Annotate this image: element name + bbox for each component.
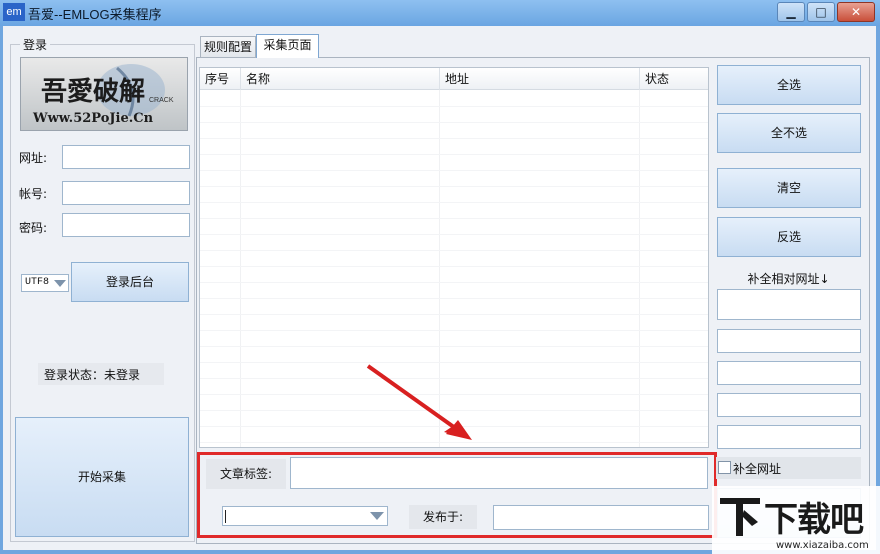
logo-graphic: 吾愛破解 CRACK Www.52PoJie.Cn — [32, 64, 174, 126]
select-none-button[interactable]: 全不选 — [717, 113, 861, 153]
grid-row-line — [200, 282, 708, 283]
clear-button[interactable]: 清空 — [717, 168, 861, 208]
logo-text: 吾愛破解 — [41, 77, 145, 107]
column-header-status[interactable]: 状态 — [640, 68, 708, 90]
url-label: 网址: — [19, 151, 48, 165]
logo-image: 吾愛破解 CRACK Www.52PoJie.Cn — [20, 57, 188, 131]
invert-selection-button[interactable]: 反选 — [717, 217, 861, 257]
grid-row-line — [200, 314, 708, 315]
fill-url-field-3[interactable] — [717, 361, 861, 385]
annotation-arrow-icon — [366, 364, 472, 440]
tab-rules-config[interactable]: 规则配置 — [200, 36, 256, 57]
title-bar[interactable]: em 吾爱--EMLOG采集程序 ▁ □ ✕ — [0, 0, 880, 26]
grid-row-line — [200, 186, 708, 187]
grid-row-line — [200, 138, 708, 139]
grid-row-line — [200, 106, 708, 107]
login-status: 登录状态：未登录 — [44, 368, 141, 382]
chevron-down-icon — [54, 280, 66, 287]
fill-url-checkbox[interactable] — [718, 461, 731, 474]
password-label: 密码: — [19, 221, 48, 235]
grid-row-line — [200, 122, 708, 123]
fill-url-field-4[interactable] — [717, 393, 861, 417]
list-header: 序号 名称 地址 状态 — [200, 68, 708, 90]
fill-url-checkbox-label[interactable]: 补全网址 — [733, 460, 781, 477]
grid-row-line — [200, 234, 708, 235]
encoding-select[interactable]: UTF8 — [21, 274, 69, 292]
grid-row-line — [200, 202, 708, 203]
watermark-url: www.xiazaiba.com — [776, 540, 869, 551]
column-header-address[interactable]: 地址 — [440, 68, 640, 90]
fill-url-field-2[interactable] — [717, 329, 861, 353]
grid-row-line — [200, 330, 708, 331]
grid-row-line — [200, 266, 708, 267]
minimize-button[interactable]: ▁ — [777, 2, 805, 22]
fill-url-field-5[interactable] — [717, 425, 861, 449]
account-input[interactable] — [62, 181, 190, 205]
tab-collect-page[interactable]: 采集页面 — [256, 34, 319, 58]
fill-relative-url-label: 补全相对网址↓ — [747, 272, 830, 286]
grid-row-line — [200, 346, 708, 347]
logo-crack-text: CRACK — [149, 97, 174, 104]
highlight-box — [197, 452, 717, 538]
maximize-button[interactable]: □ — [807, 2, 835, 22]
password-input[interactable] — [62, 213, 190, 237]
grid-row-line — [200, 250, 708, 251]
fill-url-field-1[interactable] — [717, 289, 861, 320]
login-group-title: 登录 — [20, 36, 51, 53]
column-header-index[interactable]: 序号 — [200, 68, 241, 90]
url-input[interactable] — [62, 145, 190, 169]
account-label: 帐号: — [19, 187, 48, 201]
grid-row-line — [200, 298, 708, 299]
app-icon: em — [3, 3, 25, 21]
column-header-name[interactable]: 名称 — [241, 68, 440, 90]
close-button[interactable]: ✕ — [837, 2, 875, 22]
encoding-value: UTF8 — [25, 277, 50, 288]
grid-row-line — [200, 218, 708, 219]
watermark-text: 下载吧 — [764, 500, 864, 540]
login-button[interactable]: 登录后台 — [71, 262, 189, 302]
grid-row-line — [200, 170, 708, 171]
start-collect-button[interactable]: 开始采集 — [15, 417, 189, 537]
download-logo-icon — [720, 498, 760, 536]
window-title: 吾爱--EMLOG采集程序 — [28, 7, 162, 22]
grid-row-line — [200, 154, 708, 155]
select-all-button[interactable]: 全选 — [717, 65, 861, 105]
logo-url-text: Www.52PoJie.Cn — [32, 111, 154, 126]
